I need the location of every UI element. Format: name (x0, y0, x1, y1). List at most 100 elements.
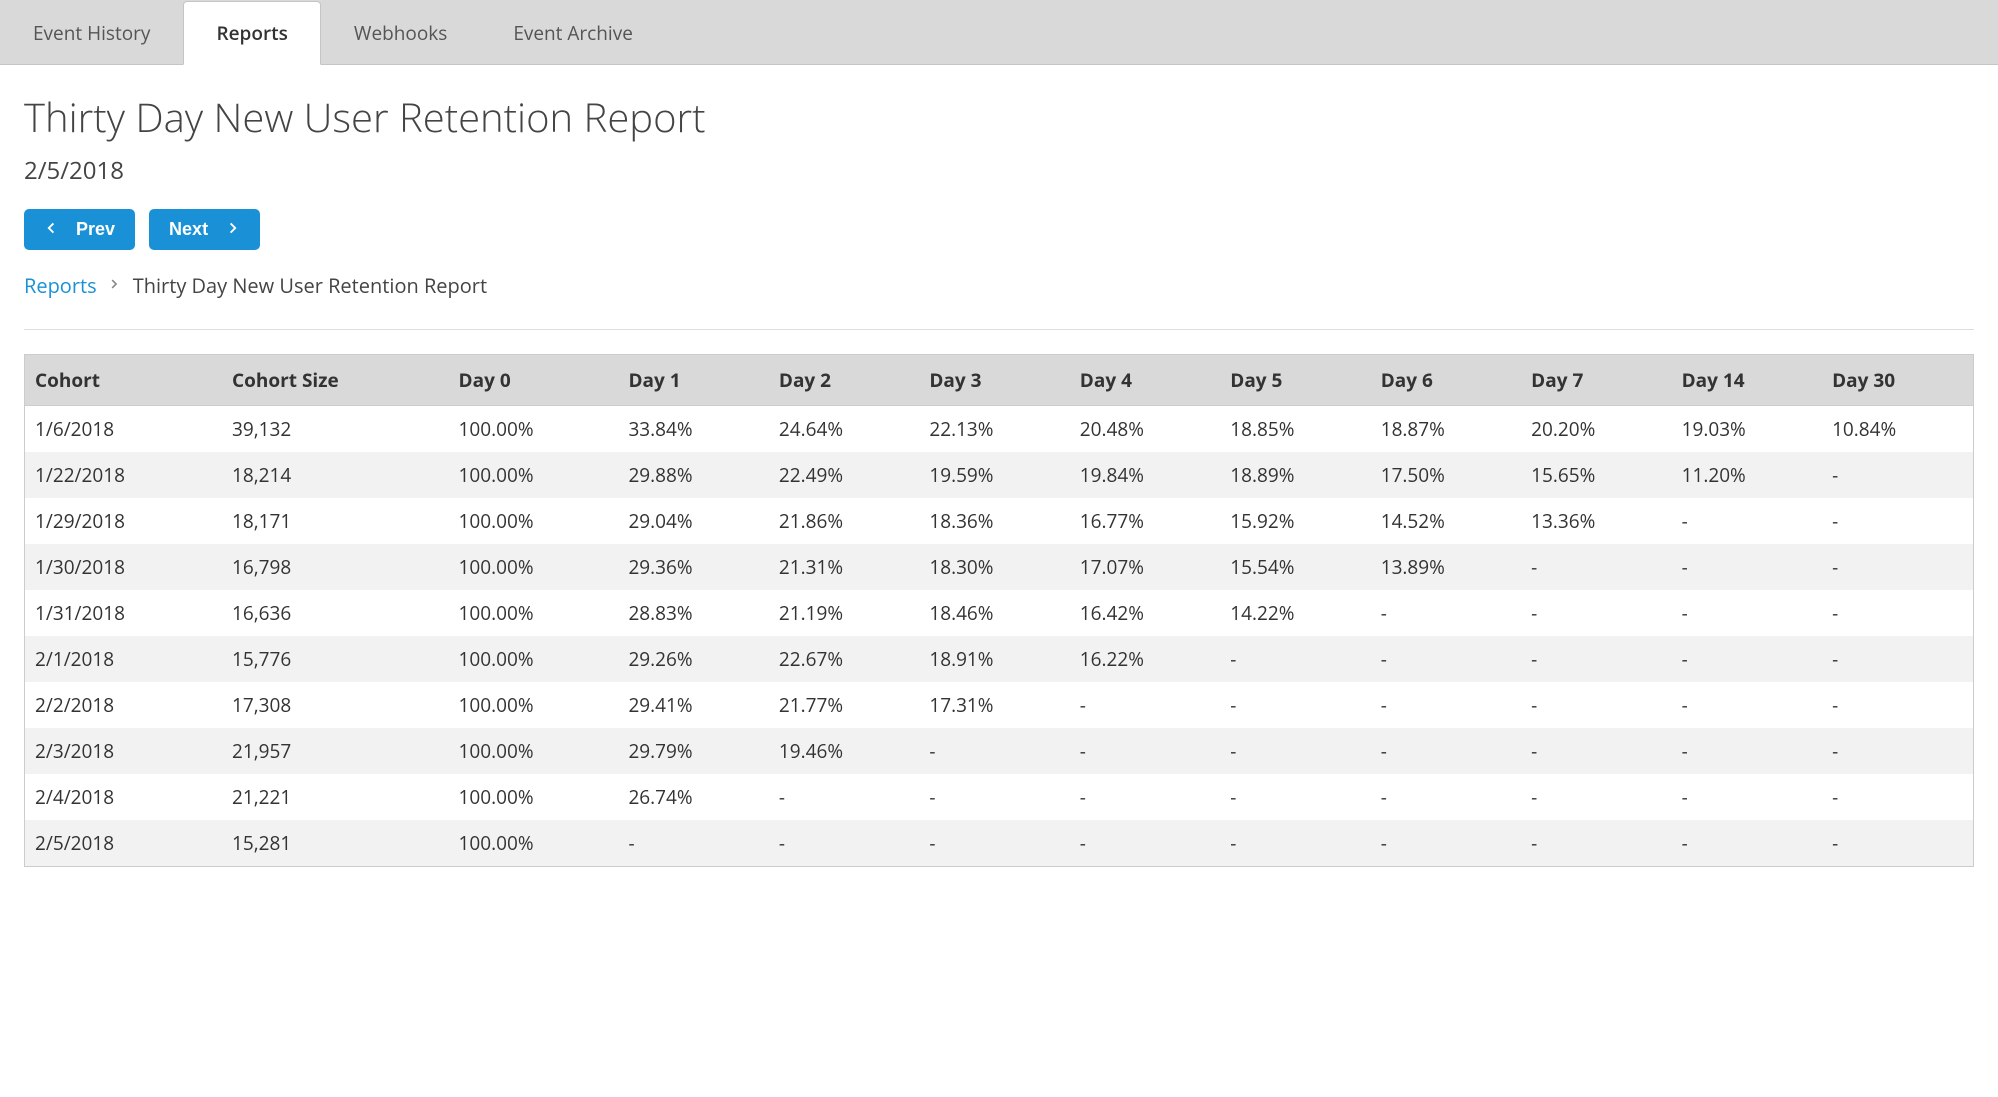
table-cell: - (1521, 820, 1671, 867)
content-area: Thirty Day New User Retention Report 2/5… (0, 65, 1998, 867)
table-cell: - (1822, 682, 1973, 728)
table-cell: 15.65% (1521, 452, 1671, 498)
next-button[interactable]: Next (149, 209, 260, 250)
table-cell: 2/4/2018 (25, 774, 223, 820)
table-cell: 18.89% (1220, 452, 1370, 498)
table-cell: 13.89% (1371, 544, 1521, 590)
table-cell: 2/5/2018 (25, 820, 223, 867)
table-body: 1/6/201839,132100.00%33.84%24.64%22.13%2… (25, 406, 1974, 867)
table-cell: 10.84% (1822, 406, 1973, 453)
table-cell: 16.42% (1070, 590, 1220, 636)
table-cell: 20.20% (1521, 406, 1671, 453)
table-cell: - (769, 774, 919, 820)
table-cell: 33.84% (618, 406, 768, 453)
table-cell: 100.00% (449, 682, 619, 728)
table-row: 1/30/201816,798100.00%29.36%21.31%18.30%… (25, 544, 1974, 590)
table-cell: - (1371, 774, 1521, 820)
chevron-right-icon (111, 276, 119, 295)
table-cell: 16.77% (1070, 498, 1220, 544)
table-cell: - (1822, 452, 1973, 498)
table-header-cell: Day 2 (769, 355, 919, 406)
table-cell: 26.74% (618, 774, 768, 820)
table-cell: 15,776 (222, 636, 449, 682)
table-cell: - (1672, 820, 1822, 867)
table-cell: 100.00% (449, 728, 619, 774)
table-cell: - (919, 728, 1069, 774)
table-cell: - (1070, 728, 1220, 774)
table-cell: 18.91% (919, 636, 1069, 682)
table-cell: 18,214 (222, 452, 449, 498)
table-header-cell: Day 3 (919, 355, 1069, 406)
table-cell: - (1070, 774, 1220, 820)
table-cell: 29.79% (618, 728, 768, 774)
table-row: 2/2/201817,308100.00%29.41%21.77%17.31%-… (25, 682, 1974, 728)
table-cell: 21.19% (769, 590, 919, 636)
table-cell: - (919, 774, 1069, 820)
table-cell: - (1371, 682, 1521, 728)
table-cell: 20.48% (1070, 406, 1220, 453)
table-cell: - (1672, 774, 1822, 820)
tab-event-history[interactable]: Event History (0, 1, 183, 65)
table-cell: 14.52% (1371, 498, 1521, 544)
tabbar: Event HistoryReportsWebhooksEvent Archiv… (0, 0, 1998, 65)
table-cell: 1/6/2018 (25, 406, 223, 453)
table-cell: 21,957 (222, 728, 449, 774)
table-cell: - (1070, 682, 1220, 728)
table-cell: - (1220, 636, 1370, 682)
table-cell: - (1521, 774, 1671, 820)
table-cell: 19.46% (769, 728, 919, 774)
table-header-cell: Day 5 (1220, 355, 1370, 406)
table-cell: - (1070, 820, 1220, 867)
tab-event-archive[interactable]: Event Archive (480, 1, 666, 65)
table-cell: 2/3/2018 (25, 728, 223, 774)
table-cell: - (1672, 636, 1822, 682)
tab-webhooks[interactable]: Webhooks (321, 1, 480, 65)
table-cell: 1/31/2018 (25, 590, 223, 636)
table-cell: 15.54% (1220, 544, 1370, 590)
table-cell: 29.04% (618, 498, 768, 544)
table-row: 2/4/201821,221100.00%26.74%-------- (25, 774, 1974, 820)
tab-reports[interactable]: Reports (183, 1, 320, 65)
table-cell: 100.00% (449, 406, 619, 453)
table-cell: 16,636 (222, 590, 449, 636)
table-cell: - (919, 820, 1069, 867)
table-cell: 15.92% (1220, 498, 1370, 544)
table-cell: 2/2/2018 (25, 682, 223, 728)
table-cell: - (1521, 590, 1671, 636)
table-row: 1/31/201816,636100.00%28.83%21.19%18.46%… (25, 590, 1974, 636)
table-cell: 22.67% (769, 636, 919, 682)
table-cell: - (1822, 636, 1973, 682)
arrow-right-icon (226, 219, 240, 240)
table-cell: 100.00% (449, 452, 619, 498)
table-cell: 17,308 (222, 682, 449, 728)
table-cell: 21,221 (222, 774, 449, 820)
table-cell: 1/30/2018 (25, 544, 223, 590)
table-cell: 18.87% (1371, 406, 1521, 453)
table-cell: 29.41% (618, 682, 768, 728)
retention-table: CohortCohort SizeDay 0Day 1Day 2Day 3Day… (24, 354, 1974, 867)
table-cell: 17.50% (1371, 452, 1521, 498)
table-row: 2/5/201815,281100.00%--------- (25, 820, 1974, 867)
table-header-cell: Day 7 (1521, 355, 1671, 406)
table-cell: - (1822, 544, 1973, 590)
table-header-cell: Day 6 (1371, 355, 1521, 406)
table-cell: - (1822, 774, 1973, 820)
table-cell: - (1521, 636, 1671, 682)
prev-button[interactable]: Prev (24, 209, 135, 250)
table-cell: - (1672, 544, 1822, 590)
table-cell: - (1220, 728, 1370, 774)
table-cell: 22.49% (769, 452, 919, 498)
table-header-cell: Cohort (25, 355, 223, 406)
table-cell: - (1822, 590, 1973, 636)
breadcrumb-root-link[interactable]: Reports (24, 272, 97, 299)
nav-buttons: Prev Next (24, 209, 1974, 250)
table-cell: - (1822, 820, 1973, 867)
table-cell: 100.00% (449, 590, 619, 636)
table-cell: 11.20% (1672, 452, 1822, 498)
table-header-cell: Day 30 (1822, 355, 1973, 406)
table-row: 2/1/201815,776100.00%29.26%22.67%18.91%1… (25, 636, 1974, 682)
table-cell: 21.31% (769, 544, 919, 590)
table-row: 1/22/201818,214100.00%29.88%22.49%19.59%… (25, 452, 1974, 498)
table-cell: 18.36% (919, 498, 1069, 544)
table-cell: - (1672, 728, 1822, 774)
